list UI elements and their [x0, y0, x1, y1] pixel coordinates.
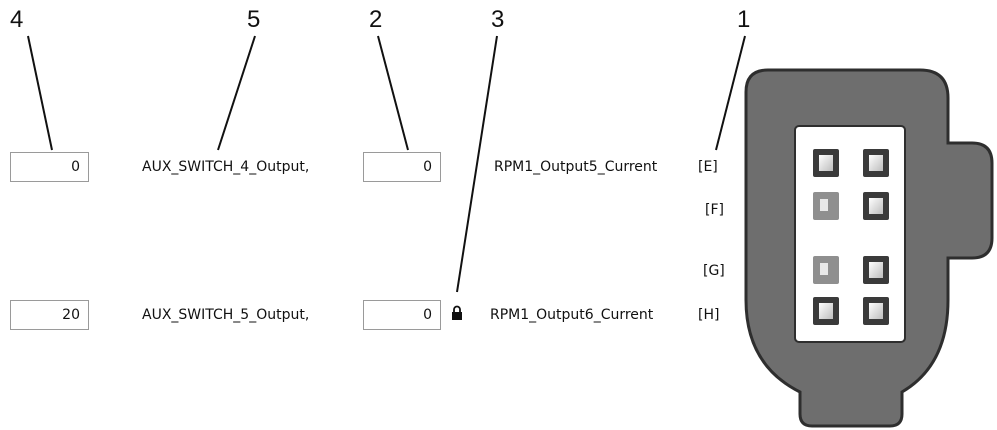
- pin-cavity-e-right: [863, 149, 889, 177]
- pin-cavity-f-right: [863, 192, 889, 220]
- pin-cavity-h-right: [863, 297, 889, 325]
- pin-cavity-e-left: [813, 149, 839, 177]
- pin-cavity-g-left: [813, 256, 839, 284]
- pin-cavity-f-left: [813, 192, 839, 220]
- connector-illustration: [744, 68, 994, 428]
- pin-cavity-h-left: [813, 297, 839, 325]
- pin-cavity-g-right: [863, 256, 889, 284]
